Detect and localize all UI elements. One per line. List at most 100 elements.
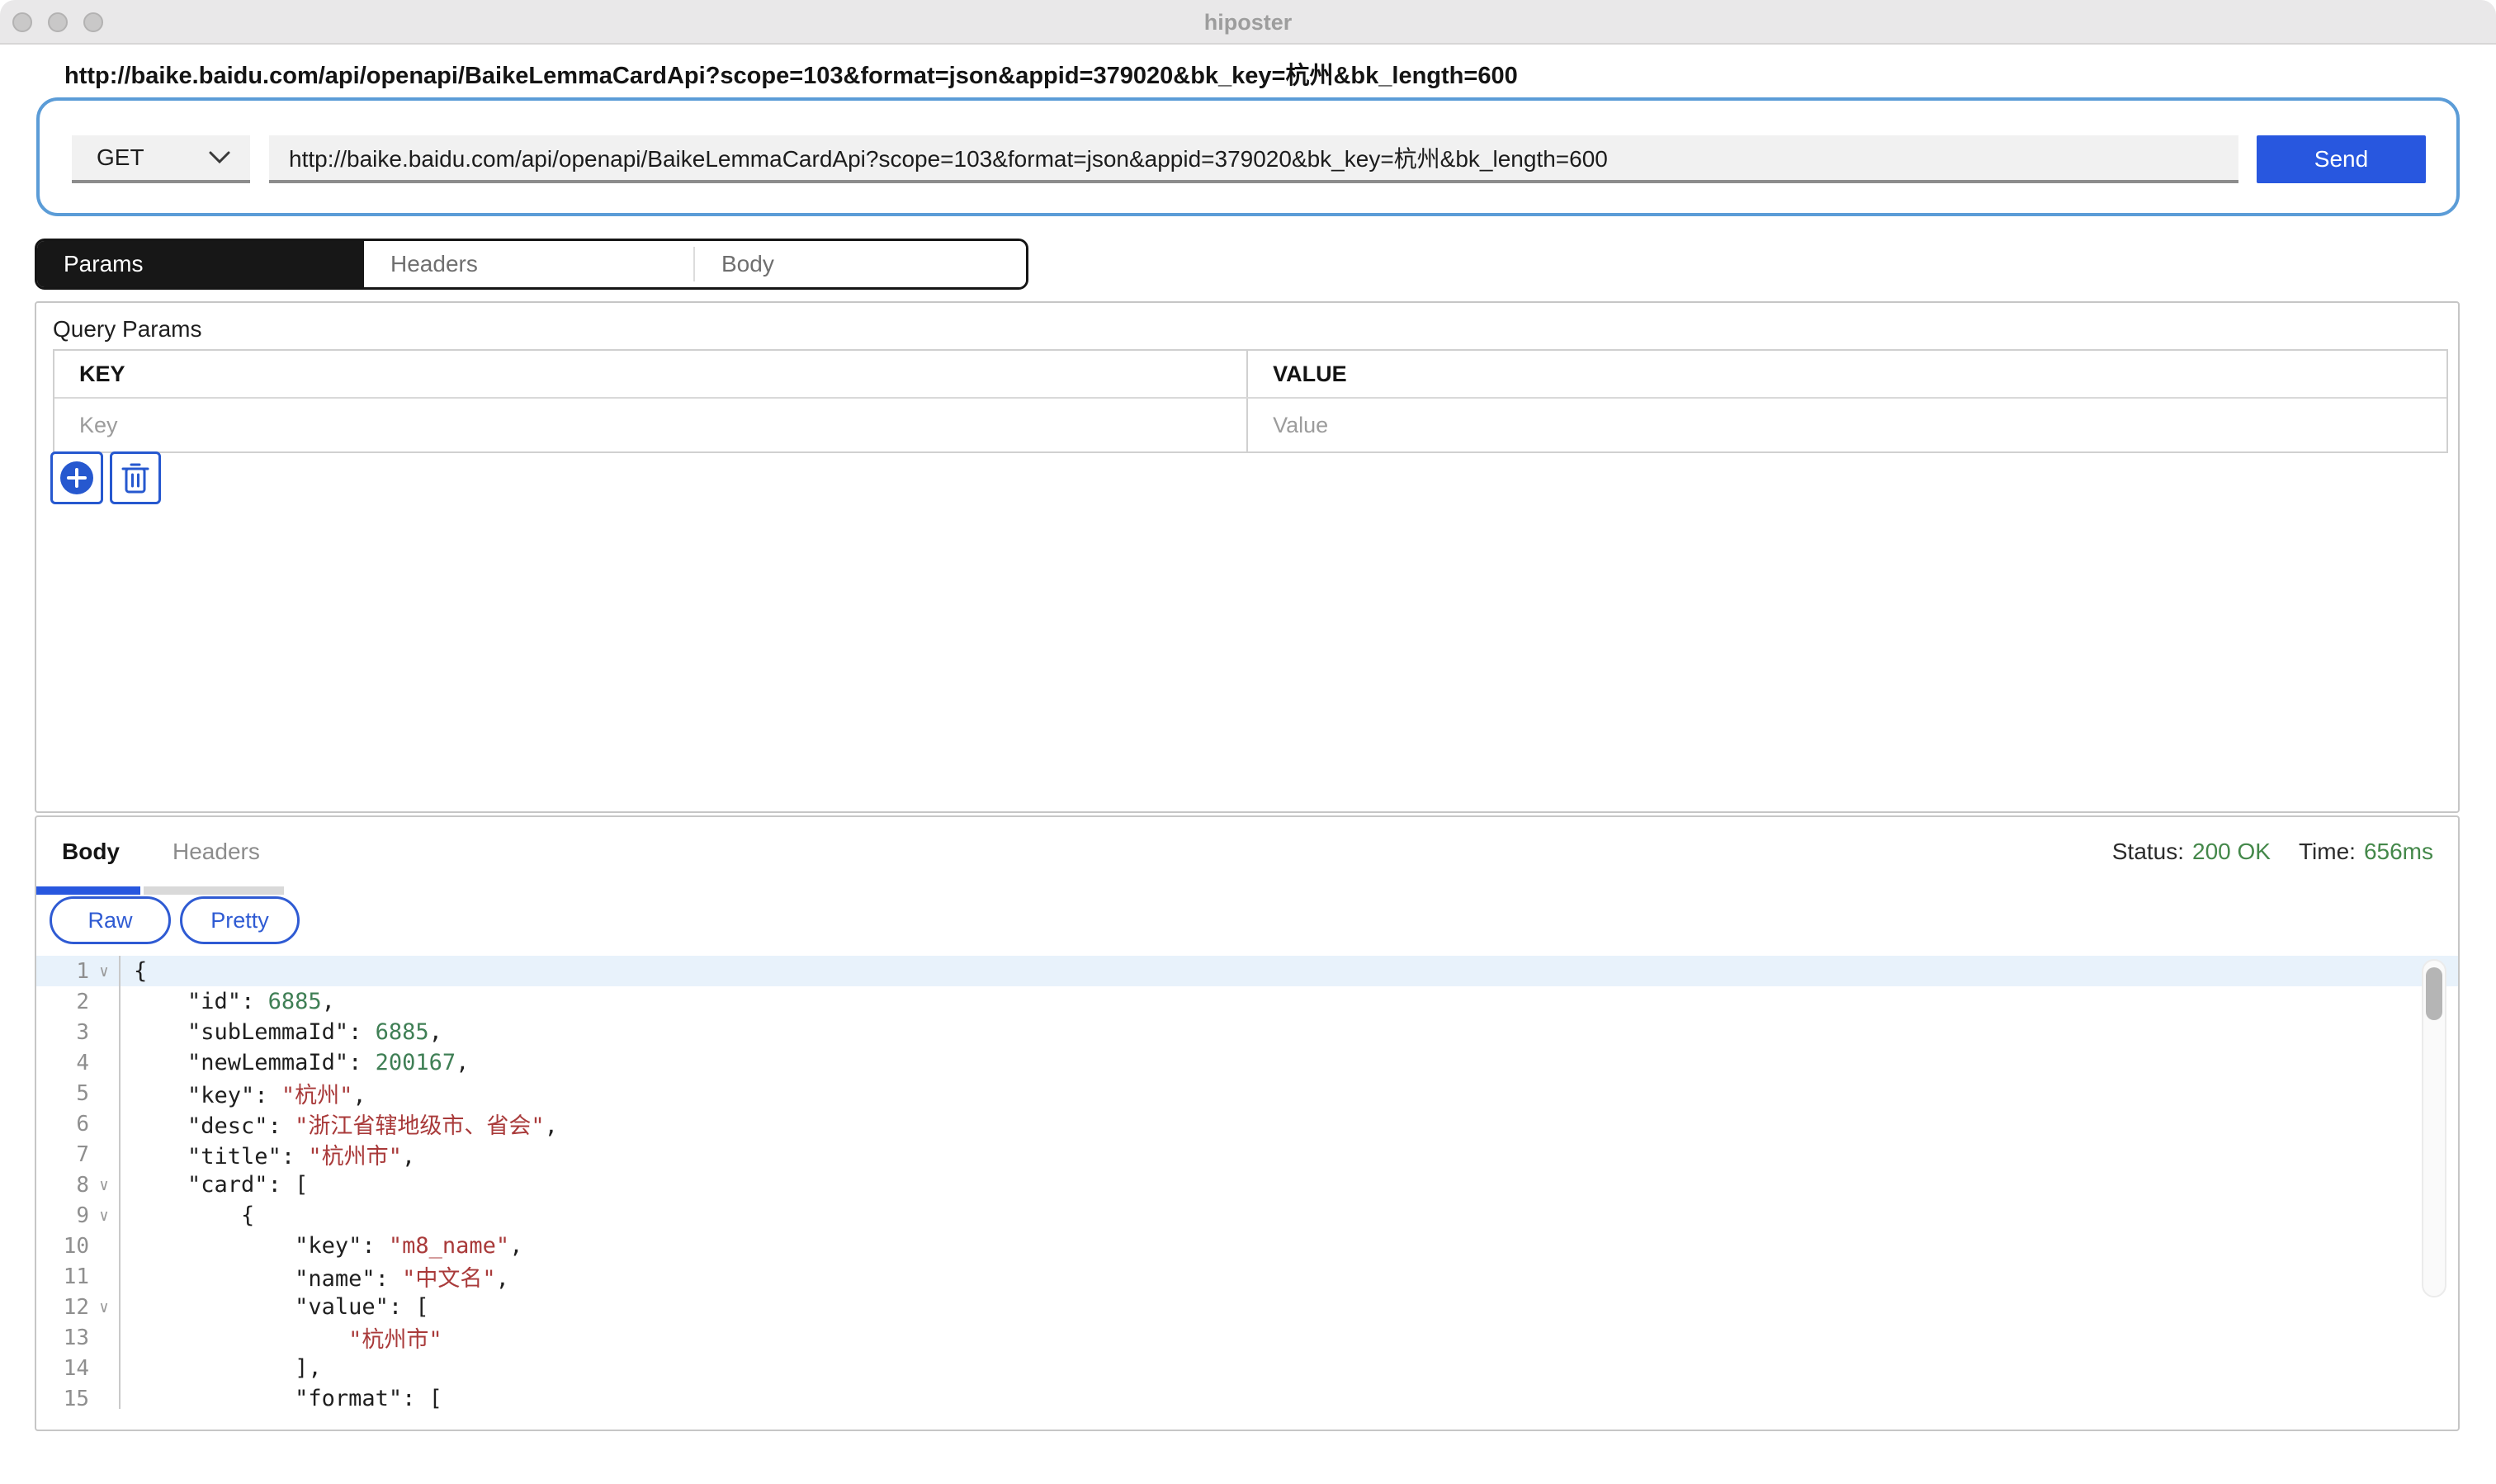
code-text: "name": "中文名",: [121, 1260, 509, 1293]
window-titlebar: hiposter: [0, 0, 2496, 45]
line-number: 14: [64, 1356, 89, 1381]
gutter-cell: 14: [36, 1353, 121, 1383]
collapse-chevron-icon[interactable]: ∨: [89, 1207, 119, 1225]
tab-underline-track: [144, 886, 284, 895]
status-label: Status:: [2112, 839, 2184, 865]
response-panel: Body Headers Status: 200 OK Time: 656ms …: [35, 815, 2460, 1431]
table-header-row: KEY VALUE: [54, 351, 2446, 399]
trash-icon: [121, 461, 149, 494]
gutter-cell: 1∨: [36, 956, 121, 986]
param-value-input[interactable]: [1248, 399, 2442, 451]
active-tab-underline: [36, 886, 140, 895]
code-line: 7 "title": "杭州市",: [36, 1139, 2458, 1170]
method-select-value: GET: [97, 144, 144, 171]
code-text: "format": [: [121, 1386, 442, 1409]
time-value: 656ms: [2364, 839, 2433, 865]
status-value: 200 OK: [2192, 839, 2271, 865]
code-text: "杭州市": [121, 1321, 442, 1354]
code-line: 10 "key": "m8_name",: [36, 1231, 2458, 1261]
pretty-view-button[interactable]: Pretty: [180, 896, 300, 944]
collapse-chevron-icon[interactable]: ∨: [89, 1176, 119, 1194]
table-row: [54, 399, 2446, 451]
query-params-panel: Query Params KEY VALUE: [35, 301, 2460, 813]
line-number: 4: [76, 1051, 89, 1075]
code-text: {: [121, 1203, 254, 1228]
request-url-heading: http://baike.baidu.com/api/openapi/Baike…: [64, 56, 1518, 91]
code-line: 6 "desc": "浙江省辖地级市、省会",: [36, 1108, 2458, 1139]
response-tab-body[interactable]: Body: [62, 839, 120, 865]
gutter-cell: 8∨: [36, 1170, 121, 1200]
response-tab-headers[interactable]: Headers: [173, 839, 260, 865]
collapse-chevron-icon[interactable]: ∨: [89, 1298, 119, 1316]
gutter-cell: 5: [36, 1078, 121, 1108]
gutter-cell: 11: [36, 1261, 121, 1292]
gutter-cell: 3: [36, 1017, 121, 1047]
code-text: {: [121, 958, 147, 984]
window-title: hiposter: [0, 10, 2496, 35]
status-bar: Status: 200 OK Time: 656ms: [2112, 839, 2433, 865]
code-text: "value": [: [121, 1294, 429, 1320]
gutter-cell: 2: [36, 986, 121, 1017]
gutter-cell: 13: [36, 1322, 121, 1353]
chevron-down-icon: [209, 151, 230, 164]
tab-params[interactable]: Params: [37, 241, 364, 287]
gutter-cell: 9∨: [36, 1200, 121, 1231]
code-text: "id": 6885,: [121, 989, 335, 1014]
delete-param-button[interactable]: [110, 451, 161, 504]
code-line: 1∨{: [36, 956, 2458, 986]
line-number: 15: [64, 1387, 89, 1410]
code-text: "newLemmaId": 200167,: [121, 1050, 469, 1075]
code-line: 12∨ "value": [: [36, 1292, 2458, 1322]
send-button[interactable]: Send: [2257, 135, 2426, 183]
method-select[interactable]: GET: [72, 135, 250, 183]
collapse-chevron-icon[interactable]: ∨: [89, 962, 119, 981]
tab-body[interactable]: Body: [695, 241, 1026, 287]
code-line: 11 "name": "中文名",: [36, 1261, 2458, 1292]
line-number: 5: [76, 1081, 89, 1106]
scrollbar-track[interactable]: [2422, 959, 2446, 1297]
gutter-cell: 15: [36, 1383, 121, 1409]
line-number: 12: [64, 1295, 89, 1320]
key-cell: [54, 399, 1248, 451]
response-code: 1∨{2 "id": 6885,3 "subLemmaId": 6885,4 "…: [36, 956, 2458, 1409]
line-number: 6: [76, 1112, 89, 1137]
code-line: 4 "newLemmaId": 200167,: [36, 1047, 2458, 1078]
line-number: 8: [76, 1173, 89, 1198]
query-params-title: Query Params: [53, 316, 202, 343]
code-line: 8∨ "card": [: [36, 1170, 2458, 1200]
gutter-cell: 4: [36, 1047, 121, 1078]
code-text: "desc": "浙江省辖地级市、省会",: [121, 1108, 558, 1140]
line-number: 3: [76, 1020, 89, 1045]
gutter-cell: 6: [36, 1108, 121, 1139]
tab-headers[interactable]: Headers: [364, 241, 693, 287]
param-key-input[interactable]: [54, 399, 1246, 451]
plus-circle-icon: [59, 461, 94, 495]
code-line: 13 "杭州市": [36, 1322, 2458, 1353]
gutter-cell: 10: [36, 1231, 121, 1261]
code-text: "title": "杭州市",: [121, 1138, 415, 1170]
line-number: 10: [64, 1234, 89, 1259]
code-line: 2 "id": 6885,: [36, 986, 2458, 1017]
code-line: 9∨ {: [36, 1200, 2458, 1231]
code-line: 14 ],: [36, 1353, 2458, 1383]
line-number: 7: [76, 1142, 89, 1167]
line-number: 1: [76, 959, 89, 984]
code-line: 15 "format": [: [36, 1383, 2458, 1409]
query-params-table: KEY VALUE: [53, 349, 2448, 453]
line-number: 11: [64, 1264, 89, 1289]
code-line: 3 "subLemmaId": 6885,: [36, 1017, 2458, 1047]
line-number: 2: [76, 990, 89, 1014]
request-bar: GET Send: [36, 97, 2460, 216]
code-text: "key": "杭州",: [121, 1077, 366, 1109]
gutter-cell: 7: [36, 1139, 121, 1170]
scrollbar-thumb[interactable]: [2426, 967, 2442, 1020]
url-input[interactable]: [269, 135, 2238, 183]
time-label: Time:: [2299, 839, 2356, 865]
line-number: 9: [76, 1203, 89, 1228]
add-param-button[interactable]: [50, 451, 103, 504]
request-tabs: Params Headers Body: [35, 239, 1028, 290]
code-text: "card": [: [121, 1172, 308, 1198]
raw-view-button[interactable]: Raw: [50, 896, 171, 944]
code-text: "subLemmaId": 6885,: [121, 1019, 442, 1045]
gutter-cell: 12∨: [36, 1292, 121, 1322]
